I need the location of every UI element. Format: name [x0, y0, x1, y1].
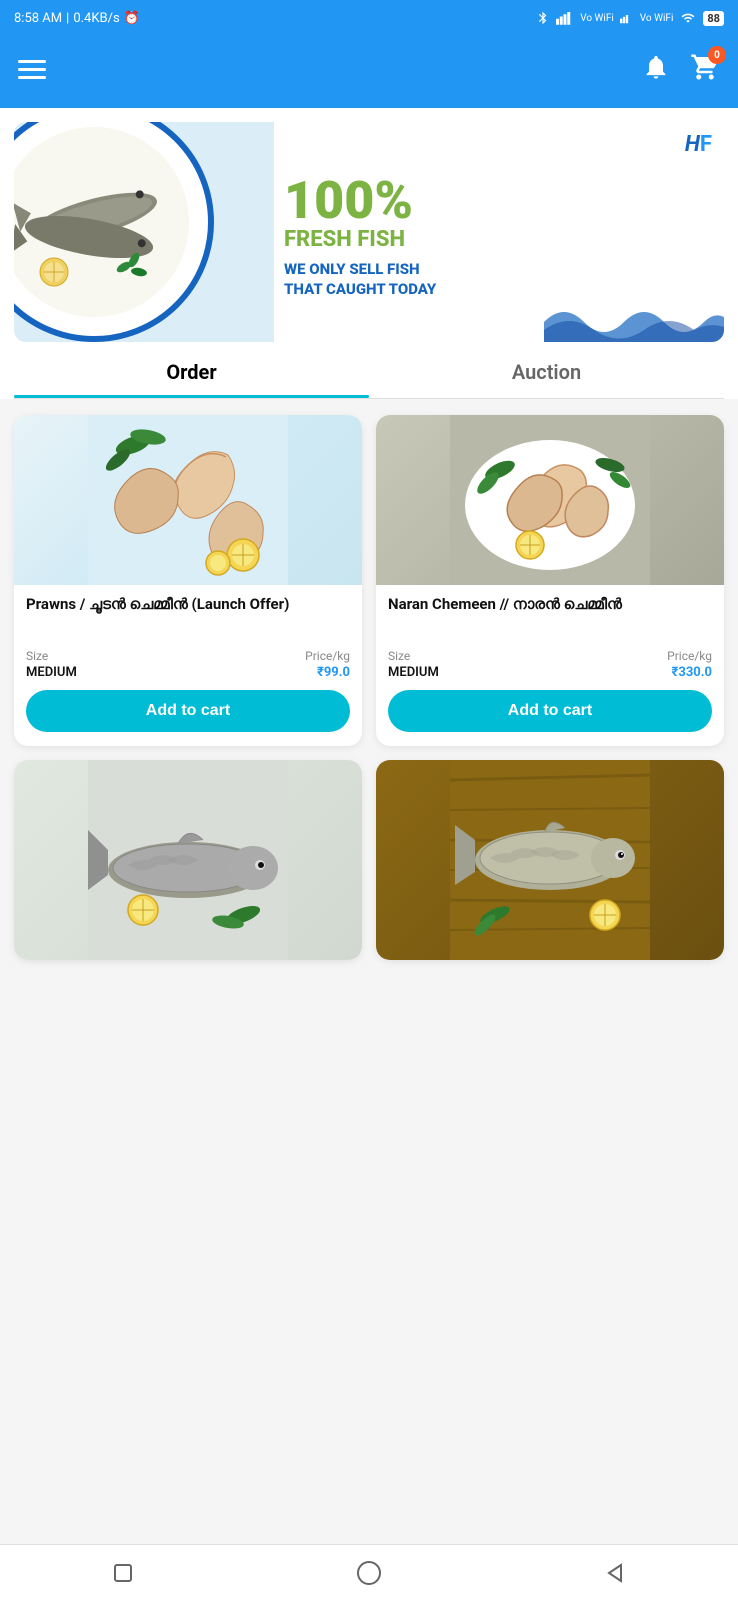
cart-badge: 0 [708, 46, 726, 64]
time: 8:58 AM [14, 11, 62, 26]
status-right: Vo WiFi Vo WiFi 88 [536, 11, 724, 26]
product-info-1: Prawns / ചൂടൻ ചെമ്മീൻ (Launch Offer) Siz… [14, 585, 362, 746]
product-name-2: Naran Chemeen // നാരൻ ചെമ്മീൻ [388, 595, 712, 639]
wifi-icon [679, 11, 697, 25]
header-right: 0 [642, 52, 720, 86]
tabs-bar: Order Auction [0, 342, 738, 398]
product-card-2: Naran Chemeen // നാരൻ ചെമ്മീൻ Size Price… [376, 415, 724, 746]
tab-order[interactable]: Order [14, 342, 369, 398]
product-image-4 [376, 760, 724, 960]
product-value-row-2: MEDIUM ₹330.0 [388, 665, 712, 680]
size-value-1: MEDIUM [26, 665, 77, 680]
add-to-cart-btn-2[interactable]: Add to cart [388, 690, 712, 732]
back-icon [603, 1561, 627, 1585]
status-left: 8:58 AM | 0.4KB/s ⏰ [14, 11, 140, 26]
product-card-1: Prawns / ചൂടൻ ചെമ്മീൻ (Launch Offer) Siz… [14, 415, 362, 746]
square-icon [111, 1561, 135, 1585]
banner-container: HF 100% FRESH FISH WE ONLY SELL FISH THA… [0, 108, 738, 342]
fish-plate [14, 122, 214, 342]
battery-level: 88 [703, 11, 724, 26]
bottom-nav [0, 1544, 738, 1600]
vo-wifi-label-2: Vo WiFi [640, 13, 674, 24]
product-image-2 [376, 415, 724, 585]
size-label-2: Size [388, 649, 410, 663]
products-grid: Prawns / ചൂടൻ ചെമ്മീൻ (Launch Offer) Siz… [0, 399, 738, 976]
cart-button[interactable]: 0 [690, 52, 720, 86]
hamburger-line-1 [18, 60, 46, 63]
network-speed: 0.4KB/s [73, 11, 119, 26]
product-size-row-1: Size Price/kg [26, 649, 350, 663]
product-card-4 [376, 760, 724, 960]
separator: | [66, 11, 69, 26]
bell-icon [642, 53, 670, 81]
tab-auction[interactable]: Auction [369, 342, 724, 398]
notification-button[interactable] [642, 53, 670, 85]
price-value-1: ₹99.0 [317, 665, 350, 680]
menu-button[interactable] [18, 60, 46, 79]
product-size-row-2: Size Price/kg [388, 649, 712, 663]
price-label-1: Price/kg [305, 649, 350, 663]
add-to-cart-btn-1[interactable]: Add to cart [26, 690, 350, 732]
signal-icon-2 [620, 11, 634, 25]
banner-image-side [14, 122, 274, 342]
banner-wave [544, 292, 724, 342]
product-info-2: Naran Chemeen // നാരൻ ചെമ്മീൻ Size Price… [376, 585, 724, 746]
promo-banner: HF 100% FRESH FISH WE ONLY SELL FISH THA… [14, 122, 724, 342]
product-image-3 [14, 760, 362, 960]
product-value-row-1: MEDIUM ₹99.0 [26, 665, 350, 680]
status-bar: 8:58 AM | 0.4KB/s ⏰ Vo WiFi Vo WiFi 88 [0, 0, 738, 36]
nav-back-button[interactable] [601, 1559, 629, 1587]
shrimp-illustration-1 [14, 415, 362, 585]
vo-wifi-label: Vo WiFi [580, 13, 614, 24]
app-header: 0 [0, 36, 738, 108]
price-value-2: ₹330.0 [672, 665, 712, 680]
fish-illustration [14, 122, 194, 322]
hamburger-line-3 [18, 76, 46, 79]
size-value-2: MEDIUM [388, 665, 439, 680]
size-label-1: Size [26, 649, 48, 663]
fish-illustration-3 [14, 760, 362, 960]
hamburger-line-2 [18, 68, 46, 71]
circle-icon [355, 1559, 383, 1587]
brand-logo: HF [685, 132, 712, 157]
banner-fresh-text: FRESH FISH [284, 227, 710, 252]
bluetooth-icon [536, 11, 550, 25]
banner-text-side: HF 100% FRESH FISH WE ONLY SELL FISH THA… [274, 122, 724, 342]
price-label-2: Price/kg [667, 649, 712, 663]
product-card-3 [14, 760, 362, 960]
nav-square-button[interactable] [109, 1559, 137, 1587]
banner-percent: 100% [284, 175, 710, 227]
shrimp-illustration-2 [376, 415, 724, 585]
signal-icon [556, 11, 574, 25]
product-image-1 [14, 415, 362, 585]
nav-home-button[interactable] [355, 1559, 383, 1587]
tabs-section: Order Auction [0, 342, 738, 399]
fish-illustration-4 [376, 760, 724, 960]
alarm-icon: ⏰ [124, 11, 140, 26]
product-name-1: Prawns / ചൂടൻ ചെമ്മീൻ (Launch Offer) [26, 595, 350, 639]
